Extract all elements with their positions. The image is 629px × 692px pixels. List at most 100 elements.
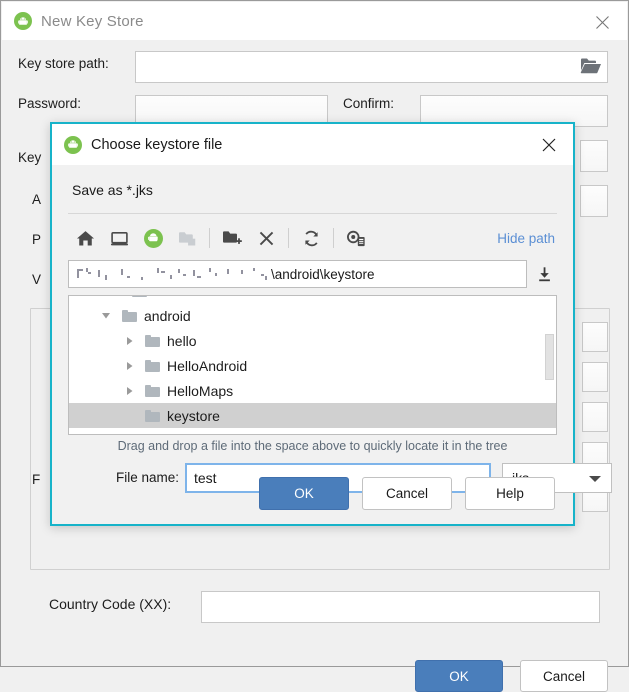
- hide-path-link[interactable]: Hide path: [497, 231, 557, 246]
- field-password: Password:: [18, 96, 81, 111]
- module-folder-icon: [178, 231, 195, 245]
- cert-field-1[interactable]: [582, 322, 608, 352]
- folder-open-icon: [580, 58, 601, 74]
- field-label: Country Code (XX):: [49, 596, 172, 612]
- chevron-down-icon: [589, 476, 601, 482]
- key-store-path-input[interactable]: [135, 51, 608, 83]
- folder-icon: [132, 296, 147, 297]
- browse-folder-button[interactable]: [580, 56, 602, 78]
- path-redacted-prefix: [75, 267, 271, 281]
- toolbar-separator: [333, 228, 334, 248]
- field-label: P: [32, 232, 42, 247]
- android-studio-icon: [64, 135, 82, 154]
- folder-icon: [145, 435, 160, 436]
- new-folder-button[interactable]: [215, 223, 249, 253]
- cancel-button[interactable]: Cancel: [520, 660, 608, 692]
- key-alias-input[interactable]: [580, 140, 608, 172]
- home-icon: [76, 230, 94, 246]
- folder-icon: [122, 309, 137, 322]
- field-key-partial: Key: [18, 150, 41, 165]
- field-confirm: Confirm:: [343, 96, 394, 111]
- desktop-button[interactable]: [102, 223, 136, 253]
- path-visible-suffix: \android\keystore: [271, 266, 375, 282]
- download-icon: [538, 266, 550, 281]
- close-icon: [595, 15, 609, 29]
- chevron-right-icon[interactable]: [111, 296, 125, 298]
- field-p-partial: P: [32, 232, 41, 247]
- drag-drop-hint: Drag and drop a file into the space abov…: [117, 439, 508, 453]
- field-label: Key store path:: [18, 56, 109, 71]
- delete-icon: [259, 231, 273, 245]
- field-country-code: Country Code (XX):: [49, 596, 171, 612]
- field-label: Confirm:: [343, 96, 395, 111]
- dialog-help-button[interactable]: Help: [465, 476, 555, 510]
- chevron-right-icon[interactable]: [122, 334, 136, 348]
- android-studio-icon: [14, 12, 32, 30]
- window-close-button[interactable]: [585, 9, 619, 35]
- project-button[interactable]: [136, 223, 170, 253]
- chevron-right-icon[interactable]: [122, 434, 136, 435]
- file-chooser-toolbar: Hide path: [68, 221, 557, 255]
- home-button[interactable]: [68, 223, 102, 253]
- folder-icon: [145, 409, 160, 422]
- cert-field-2[interactable]: [582, 362, 608, 392]
- dialog-footer: OK Cancel Help: [52, 476, 555, 510]
- tree-row-label: keystore: [167, 407, 220, 424]
- tree-row[interactable]: [69, 296, 556, 303]
- dialog-cancel-button[interactable]: Cancel: [362, 476, 452, 510]
- tree-row[interactable]: android: [69, 303, 556, 328]
- chevron-right-icon[interactable]: [122, 359, 136, 373]
- tree-rows: android hello HelloAndroid HelloMaps key…: [69, 296, 556, 436]
- dialog-close-button[interactable]: [533, 132, 565, 158]
- tree-row[interactable]: [69, 428, 556, 436]
- tree-row-label: android: [144, 307, 191, 324]
- window-titlebar: New Key Store: [2, 2, 627, 40]
- field-a-partial: A: [32, 192, 41, 207]
- dialog-body: Save as *.jks Hide path \android\keystor…: [52, 165, 612, 524]
- alias-input[interactable]: [580, 185, 608, 217]
- field-label: F: [32, 472, 41, 487]
- dialog-ok-button[interactable]: OK: [259, 476, 349, 510]
- field-label: Password:: [18, 96, 82, 111]
- save-as-label: Save as *.jks: [72, 182, 153, 198]
- project-icon: [143, 228, 163, 248]
- cert-field-3[interactable]: [582, 402, 608, 432]
- show-hidden-button[interactable]: [339, 223, 373, 253]
- tree-row[interactable]: HelloAndroid: [69, 353, 556, 378]
- delete-button[interactable]: [249, 223, 283, 253]
- chevron-down-icon[interactable]: [99, 309, 113, 323]
- ok-button[interactable]: OK: [415, 660, 503, 692]
- toolbar-separator: [288, 228, 289, 248]
- show-hidden-icon: [347, 230, 365, 246]
- directory-tree[interactable]: android hello HelloAndroid HelloMaps key…: [68, 295, 557, 435]
- dialog-title: Choose keystore file: [91, 136, 223, 153]
- tree-row-selected[interactable]: keystore: [69, 403, 556, 428]
- divider: [68, 213, 557, 214]
- field-v-partial: V: [32, 272, 41, 287]
- dialog-titlebar: Choose keystore file: [52, 124, 573, 165]
- field-key-store-path: Key store path:: [18, 56, 109, 71]
- new-folder-icon: [223, 231, 242, 244]
- window-title: New Key Store: [41, 12, 144, 30]
- path-row: \android\keystore: [68, 260, 557, 288]
- chevron-right-icon[interactable]: [122, 384, 136, 398]
- save-to-path-button[interactable]: [531, 261, 557, 287]
- tree-row[interactable]: HelloMaps: [69, 378, 556, 403]
- field-f-partial: F: [32, 472, 40, 487]
- refresh-button[interactable]: [294, 223, 328, 253]
- folder-icon: [145, 359, 160, 372]
- path-input[interactable]: \android\keystore: [68, 260, 527, 288]
- desktop-icon: [110, 231, 128, 245]
- tree-scrollbar-thumb[interactable]: [545, 334, 554, 380]
- choose-keystore-file-dialog: Choose keystore file Save as *.jks Hide …: [50, 122, 612, 526]
- tree-row-label: HelloAndroid: [167, 357, 248, 374]
- module-button[interactable]: [170, 223, 204, 253]
- field-label: A: [32, 192, 42, 207]
- close-icon: [542, 138, 556, 152]
- country-code-input[interactable]: [201, 591, 600, 623]
- tree-row[interactable]: hello: [69, 328, 556, 353]
- tree-row-label: hello: [167, 332, 197, 349]
- folder-icon: [145, 334, 160, 347]
- refresh-icon: [304, 230, 318, 246]
